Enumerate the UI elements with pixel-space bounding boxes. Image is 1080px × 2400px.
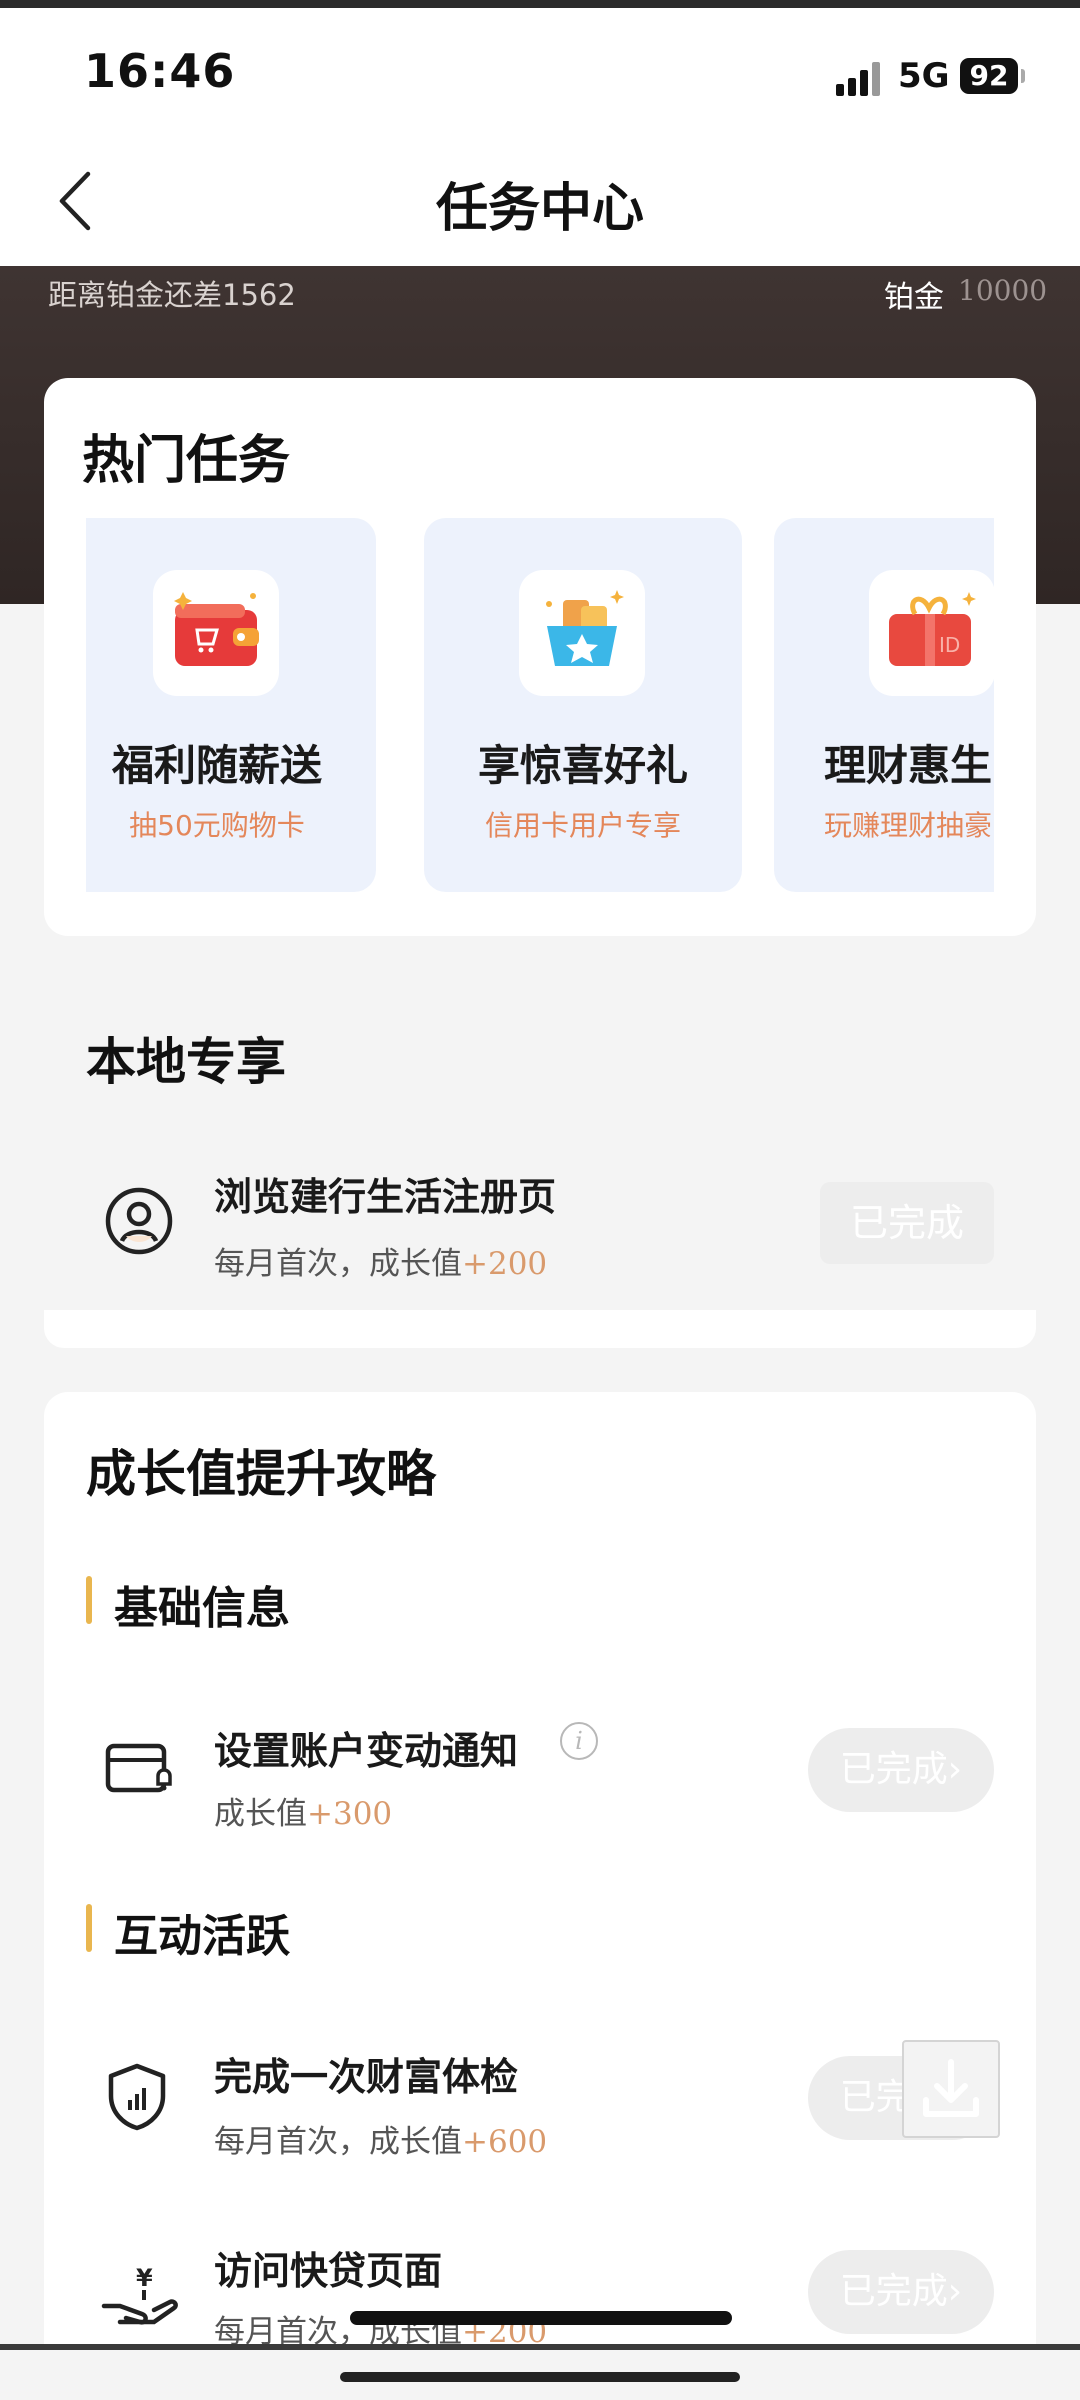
growth-strategy-card [44, 1392, 1036, 2400]
next-level-label: 铂金 [884, 280, 944, 315]
local-card-bottom [44, 1310, 1036, 1348]
growth-strategy-title: 成长值提升攻略 [86, 1445, 436, 1503]
account-notice-done-button[interactable]: 已完成› [808, 1728, 994, 1812]
hot-task-sub: 抽50元购物卡 [129, 809, 305, 842]
battery-tip [1021, 69, 1025, 83]
wealth-check-sub: 每月首次，成长值+600 [214, 2124, 548, 2160]
account-notice-sub: 成长值+300 [214, 1796, 393, 1832]
hand-money-icon: ¥ [100, 2262, 178, 2332]
svg-text:ID: ID [939, 633, 960, 657]
local-task-sub: 每月首次，成长值+200 [214, 1246, 548, 1282]
local-task-done-button[interactable]: 已完成 [820, 1182, 994, 1264]
account-notice-title: 设置账户变动通知 [214, 1729, 519, 1773]
gift-basket-icon [519, 570, 645, 696]
red-wallet-icon [153, 570, 279, 696]
card-bell-icon [104, 1740, 176, 1800]
hot-task-sub: 玩赚理财抽豪 [824, 809, 993, 842]
local-task-title: 浏览建行生活注册页 [214, 1175, 557, 1219]
top-edge [0, 0, 1080, 8]
hot-task-item[interactable]: 享惊喜好礼 信用卡用户专享 [424, 518, 742, 892]
hot-task-name: 享惊喜好礼 [477, 741, 688, 790]
interaction-heading: 互动活跃 [114, 1911, 290, 1962]
svg-text:¥: ¥ [136, 2264, 153, 2292]
hot-tasks-carousel[interactable]: 福利随薪送 抽50元购物卡 享惊喜好礼 信用卡用户专享 ID 理财惠生 玩赚理财… [86, 518, 994, 894]
signal-icon [836, 62, 882, 96]
hot-task-name: 理财惠生 [824, 741, 993, 790]
local-section-title: 本地专享 [86, 1033, 286, 1091]
next-level-value: 10000 [958, 274, 1048, 307]
wealth-check-title: 完成一次财富体检 [214, 2055, 519, 2099]
network-label: 5G [898, 56, 950, 96]
battery-icon: 92 [960, 58, 1018, 94]
bottom-divider [0, 2344, 1080, 2350]
hot-task-sub: 信用卡用户专享 [484, 809, 681, 842]
user-circle-icon [104, 1186, 174, 1256]
download-icon[interactable] [902, 2040, 1000, 2138]
info-icon[interactable]: i [560, 1722, 598, 1760]
hot-task-item[interactable]: 福利随薪送 抽50元购物卡 [86, 518, 376, 892]
home-indicator-inner [350, 2311, 732, 2325]
section-accent-bar [86, 1576, 92, 1624]
hot-task-name: 福利随薪送 [111, 741, 322, 790]
quick-loan-title: 访问快贷页面 [214, 2249, 443, 2293]
section-accent-bar [86, 1904, 92, 1952]
quick-loan-done-button[interactable]: 已完成› [808, 2250, 994, 2334]
level-gap-text: 距离铂金还差1562 [48, 278, 296, 312]
red-gift-card-icon: ID [869, 570, 994, 696]
status-time: 16:46 [84, 44, 236, 98]
basic-info-heading: 基础信息 [114, 1583, 290, 1634]
shield-chart-icon [104, 2062, 170, 2132]
hot-tasks-title: 热门任务 [82, 431, 291, 491]
home-indicator[interactable] [340, 2372, 740, 2382]
page-title: 任务中心 [435, 179, 644, 239]
hot-task-item[interactable]: ID 理财惠生 玩赚理财抽豪 [774, 518, 994, 892]
